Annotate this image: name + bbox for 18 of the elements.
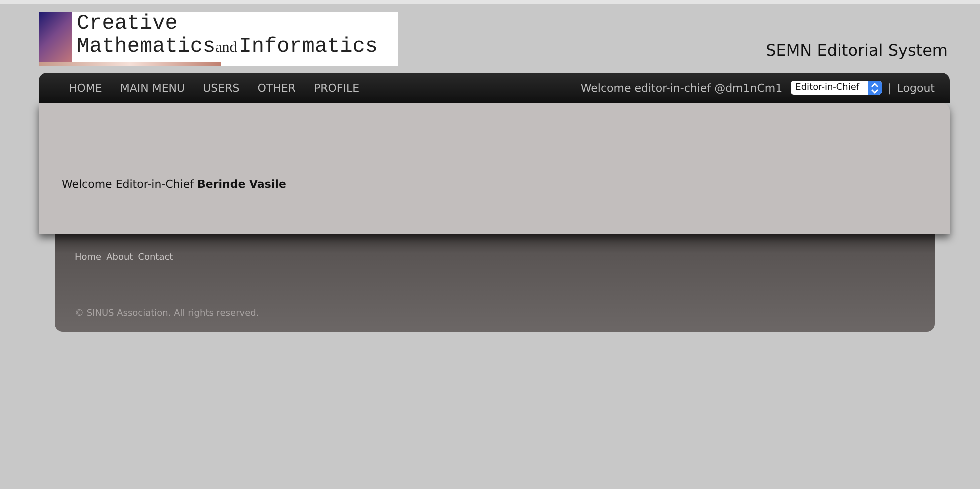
role-dropdown[interactable]: Editor-in-Chief <box>790 81 882 95</box>
footer-link[interactable]: Home <box>75 253 102 263</box>
logout-link[interactable]: Logout <box>897 82 935 94</box>
separator: | <box>888 82 892 94</box>
nav-link[interactable]: USERS <box>203 82 240 94</box>
stepper-icon <box>868 81 882 95</box>
footer-link[interactable]: Contact <box>138 253 174 263</box>
logo-text: Mathematicsand Informatics <box>77 36 378 60</box>
nav-link[interactable]: MAIN MENU <box>120 82 186 94</box>
copyright-text: © SINUS Association. All rights reserved. <box>75 309 260 319</box>
nav-link[interactable]: OTHER <box>258 82 296 94</box>
footer-link[interactable]: About <box>106 253 134 263</box>
nav-link[interactable]: PROFILE <box>314 82 360 94</box>
logo-text: Creative <box>77 13 179 36</box>
welcome-text: Welcome editor-in-chief @dm1nCm1 <box>580 82 783 94</box>
nav-link[interactable]: HOME <box>69 82 102 94</box>
welcome-message: Welcome Editor-in-Chief Berinde Vasile <box>62 177 286 191</box>
site-title: SEMN Editorial System <box>766 41 948 62</box>
